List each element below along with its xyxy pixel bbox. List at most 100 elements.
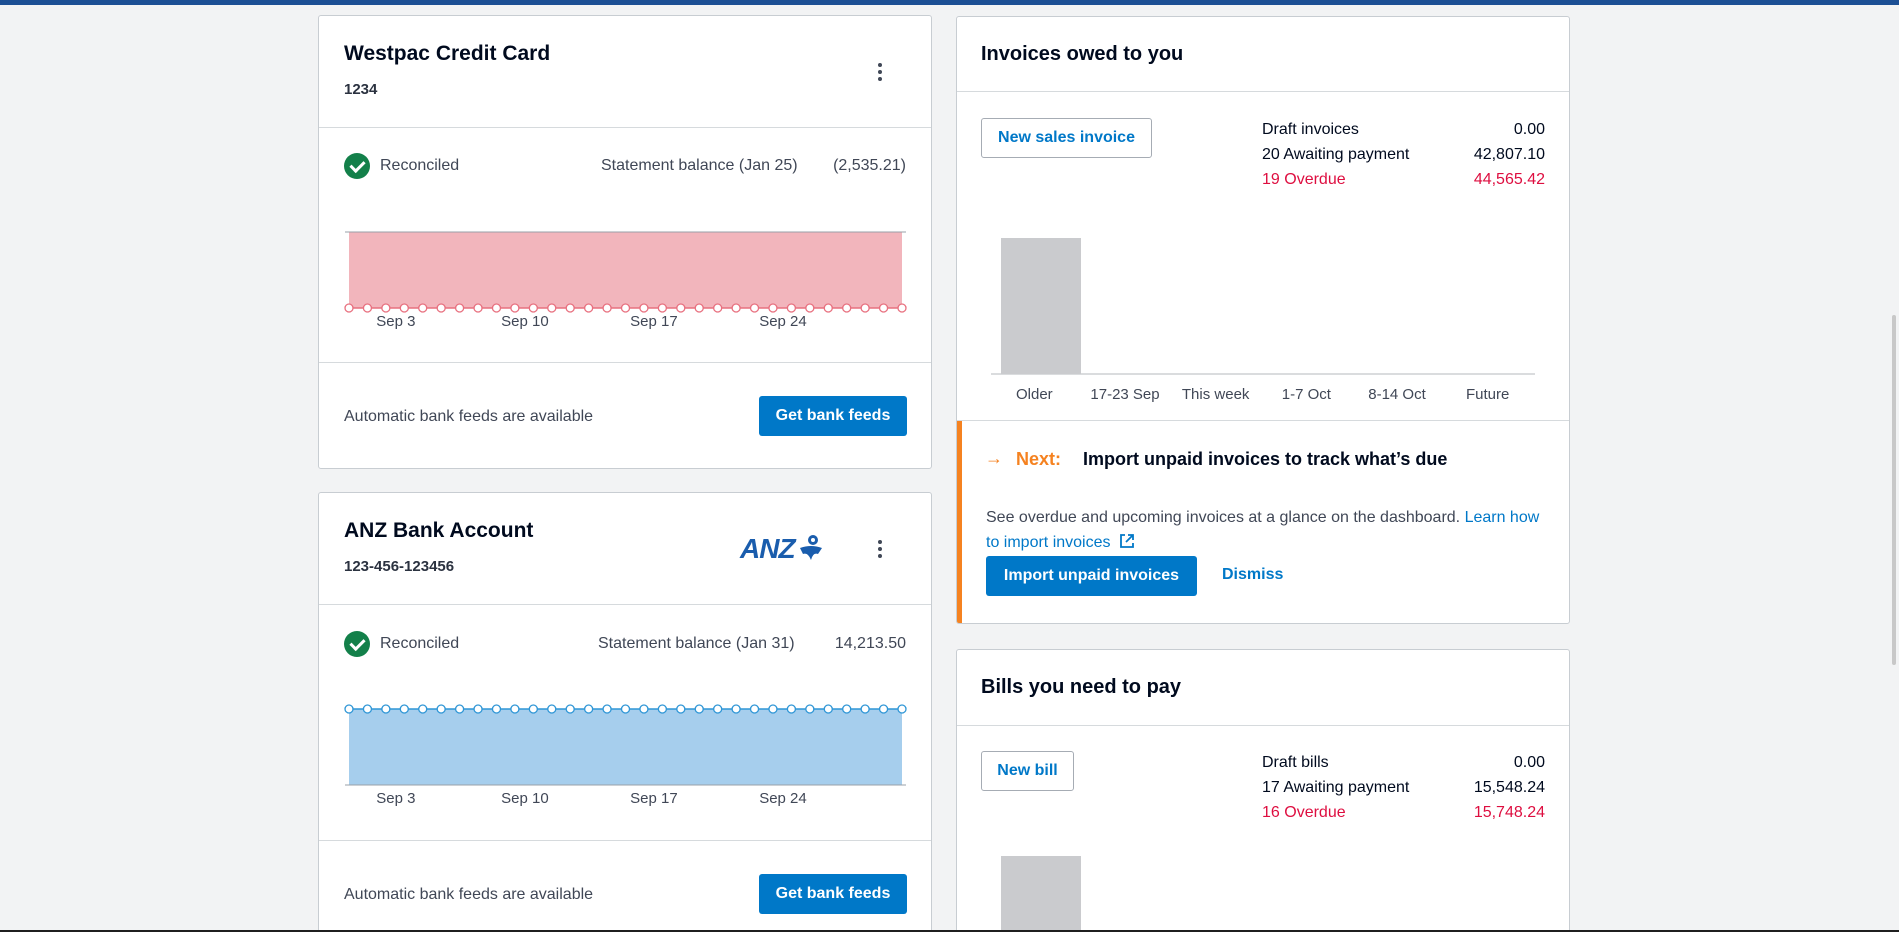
balance-point[interactable]: [694, 303, 704, 313]
balance-point[interactable]: [362, 303, 373, 313]
summary-overdue-value: 44,565.42: [1473, 171, 1545, 188]
balance-point[interactable]: [344, 704, 354, 714]
balance-point[interactable]: [491, 303, 502, 313]
balance-point[interactable]: [823, 303, 833, 313]
balance-point[interactable]: [436, 704, 446, 714]
reconciled-check-icon: [344, 153, 370, 179]
balance-point[interactable]: [749, 704, 760, 714]
bills-bar-older[interactable]: [1001, 856, 1081, 932]
balance-point[interactable]: [713, 303, 723, 313]
balance-point[interactable]: [768, 704, 778, 714]
get-bank-feeds-button[interactable]: Get bank feeds: [759, 874, 907, 914]
balance-point[interactable]: [491, 704, 502, 714]
balance-point[interactable]: [547, 704, 557, 714]
balance-point[interactable]: [418, 303, 428, 313]
balance-point[interactable]: [547, 303, 557, 313]
balance-chart: Sep 3 Sep 10 Sep 17 Sep 24: [344, 231, 907, 330]
next-step-panel: → Next: Import unpaid invoices to track …: [957, 421, 1569, 623]
balance-point[interactable]: [713, 704, 723, 714]
scrollbar[interactable]: [1881, 5, 1899, 932]
dismiss-button[interactable]: Dismiss: [1222, 566, 1283, 584]
statement-balance-value[interactable]: (2,535.21): [833, 157, 906, 175]
balance-point[interactable]: [878, 704, 889, 714]
balance-point[interactable]: [362, 704, 373, 714]
balance-point[interactable]: [731, 303, 741, 313]
scrollbar-thumb[interactable]: [1892, 315, 1896, 665]
balance-point[interactable]: [344, 303, 354, 313]
balance-point[interactable]: [768, 303, 778, 313]
more-options-icon[interactable]: [868, 58, 892, 86]
anz-logo-text: ANZ: [740, 533, 796, 564]
balance-point[interactable]: [454, 303, 465, 313]
balance-point[interactable]: [436, 303, 446, 313]
balance-point[interactable]: [528, 303, 538, 313]
balance-point[interactable]: [565, 303, 575, 313]
more-options-icon[interactable]: [868, 535, 892, 563]
balance-point[interactable]: [510, 704, 520, 714]
balance-point[interactable]: [620, 704, 631, 714]
bills-title[interactable]: Bills you need to pay: [981, 676, 1181, 699]
balance-point[interactable]: [399, 704, 409, 714]
new-sales-invoice-button[interactable]: New sales invoice: [981, 118, 1152, 158]
balance-point[interactable]: [786, 704, 797, 714]
balance-point[interactable]: [620, 303, 631, 313]
balance-point[interactable]: [657, 704, 668, 714]
balance-point[interactable]: [749, 303, 760, 313]
balance-point[interactable]: [639, 704, 649, 714]
summary-awaiting-value: 15,548.24: [1473, 779, 1545, 796]
balance-point[interactable]: [860, 704, 870, 714]
balance-point[interactable]: [860, 303, 870, 313]
x-tick-label: Sep 24: [759, 790, 807, 807]
summary-draft-label[interactable]: Draft bills: [1262, 754, 1329, 772]
balance-point[interactable]: [399, 303, 409, 313]
bar[interactable]: [1001, 238, 1081, 374]
balance-point[interactable]: [510, 303, 520, 313]
balance-point[interactable]: [639, 303, 649, 313]
invoices-bar-chart: [991, 238, 1535, 375]
balance-point[interactable]: [565, 704, 575, 714]
invoices-title[interactable]: Invoices owed to you: [981, 43, 1183, 66]
balance-point[interactable]: [528, 704, 538, 714]
balance-point[interactable]: [842, 303, 852, 313]
balance-point[interactable]: [473, 303, 483, 313]
summary-overdue-label[interactable]: 16 Overdue: [1262, 804, 1346, 822]
new-bill-button[interactable]: New bill: [981, 751, 1074, 791]
x-tick-label: Sep 24: [759, 313, 807, 330]
balance-point[interactable]: [842, 704, 852, 714]
balance-point[interactable]: [676, 303, 686, 313]
balance-point[interactable]: [473, 704, 483, 714]
get-bank-feeds-button[interactable]: Get bank feeds: [759, 396, 907, 436]
balance-point[interactable]: [583, 303, 594, 313]
summary-awaiting-label[interactable]: 20 Awaiting payment: [1262, 146, 1409, 164]
statement-balance-value[interactable]: 14,213.50: [835, 635, 906, 653]
balance-point[interactable]: [418, 704, 428, 714]
balance-point[interactable]: [602, 303, 612, 313]
balance-point[interactable]: [897, 704, 907, 714]
arrow-right-icon: →: [985, 448, 1003, 468]
balance-point[interactable]: [657, 303, 668, 313]
balance-point[interactable]: [694, 704, 704, 714]
bar-category-label: Future: [1465, 386, 1510, 403]
balance-point[interactable]: [381, 303, 391, 313]
divider: [319, 362, 931, 363]
import-unpaid-invoices-button[interactable]: Import unpaid invoices: [986, 556, 1197, 596]
balance-point[interactable]: [823, 704, 833, 714]
balance-point[interactable]: [676, 704, 686, 714]
balance-point[interactable]: [805, 704, 815, 714]
balance-point[interactable]: [381, 704, 391, 714]
summary-awaiting-label[interactable]: 17 Awaiting payment: [1262, 779, 1409, 797]
next-label: Next:: [1016, 449, 1062, 469]
bank-account-card-westpac: Westpac Credit Card 1234 Reconciled Stat…: [318, 15, 932, 469]
balance-point[interactable]: [602, 704, 612, 714]
balance-point[interactable]: [454, 704, 465, 714]
summary-draft-label[interactable]: Draft invoices: [1262, 121, 1359, 139]
balance-point[interactable]: [583, 704, 594, 714]
summary-overdue-label[interactable]: 19 Overdue: [1262, 171, 1346, 189]
balance-point[interactable]: [731, 704, 741, 714]
balance-point[interactable]: [786, 303, 797, 313]
balance-point[interactable]: [805, 303, 815, 313]
balance-point[interactable]: [897, 303, 907, 313]
account-name[interactable]: Westpac Credit Card: [344, 42, 550, 66]
balance-point[interactable]: [878, 303, 889, 313]
account-name[interactable]: ANZ Bank Account: [344, 519, 533, 543]
